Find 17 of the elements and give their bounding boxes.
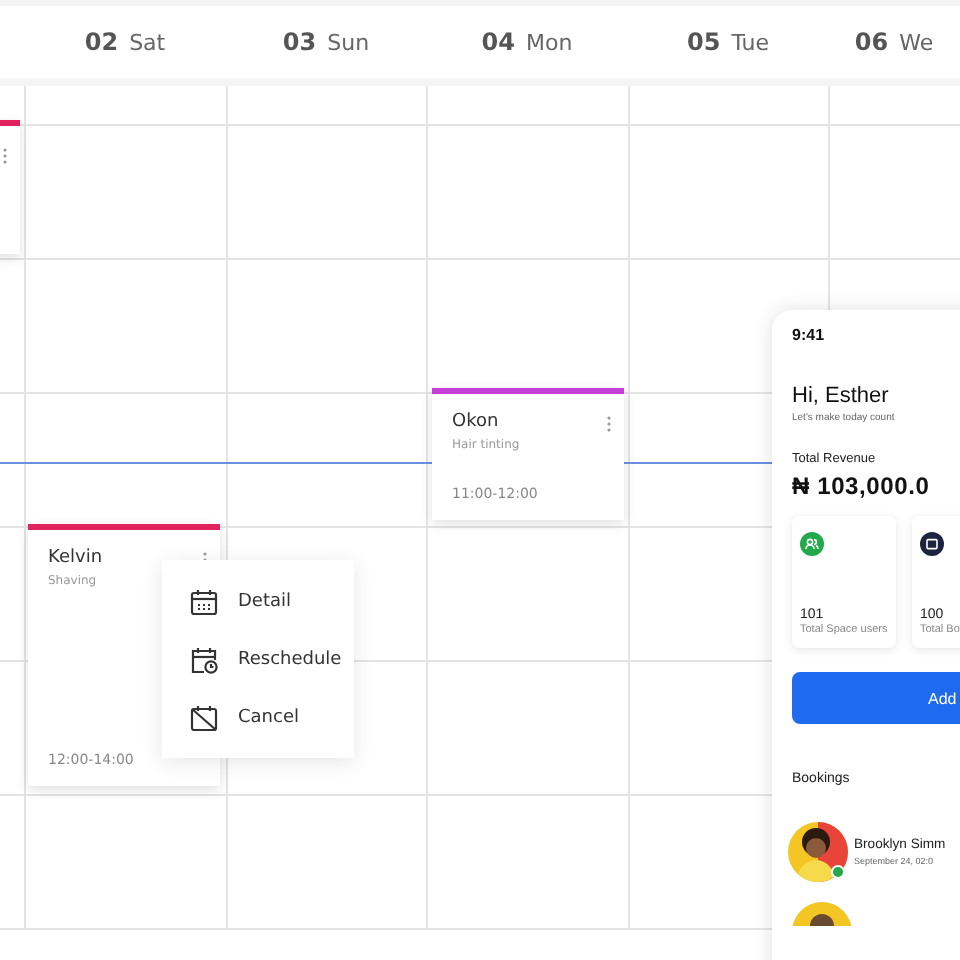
revenue-amount: ₦ 103,000.0 (792, 472, 930, 500)
day-label: 04 Mon (481, 28, 573, 56)
calendar-cell (828, 86, 960, 126)
calendar-icon (190, 587, 218, 615)
event-name: Kelvin (48, 548, 105, 568)
day-label: 06 We (854, 28, 934, 56)
calendar-clock-icon (190, 645, 218, 673)
day-label: 05 Tue (687, 28, 769, 56)
calendar-cross-icon (190, 703, 218, 731)
more-icon[interactable] (2, 148, 8, 164)
day-label: 03 Sun (282, 28, 370, 56)
event-name: Okon (452, 412, 501, 432)
day-label: 02 Sat (84, 28, 166, 56)
add-button[interactable]: Add (792, 672, 960, 724)
status-time: 9:41 (792, 326, 825, 344)
more-icon[interactable] (606, 416, 612, 432)
greeting: Hi, Esther (792, 384, 889, 408)
